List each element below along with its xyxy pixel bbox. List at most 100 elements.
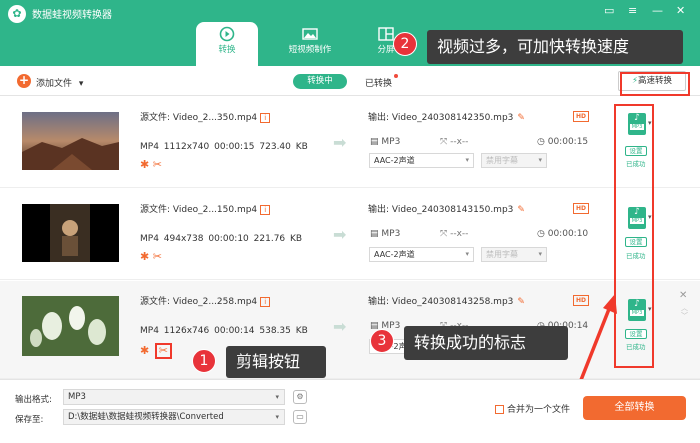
source-label: 源文件: Video_2...350.mp4: [140, 113, 258, 123]
convert-all-button[interactable]: 全部转换: [583, 396, 686, 420]
format-value: MP4: [140, 142, 159, 152]
video-thumbnail[interactable]: [22, 112, 119, 170]
duration-value: 00:00:14: [214, 326, 255, 336]
tab-converted[interactable]: 已转换: [365, 76, 392, 89]
clock-icon: ◷: [537, 137, 545, 147]
close-icon[interactable]: ✕: [676, 4, 685, 17]
output-duration-value: 00:00:10: [547, 229, 589, 239]
file-row: 源文件: Video_2...350.mp4 i MP4 1112x740 00:…: [0, 97, 700, 188]
magic-wand-icon[interactable]: ✱: [140, 344, 149, 357]
add-file-label: 添加文件: [36, 79, 73, 89]
audio-track-value: AAC-2声道: [374, 156, 415, 165]
chevron-down-icon: ▾: [275, 393, 279, 401]
subtitle-select[interactable]: 禁用字幕 ▾: [481, 247, 547, 262]
tab-short-video-label: 短视频制作: [288, 45, 332, 55]
output-filename: 输出: Video_240308143150.mp3 ✎: [368, 202, 525, 215]
source-filename: 源文件: Video_2...150.mp4 i: [140, 202, 271, 215]
folder-icon[interactable]: ▭: [293, 410, 307, 424]
magic-wand-icon[interactable]: ✱: [140, 250, 149, 263]
scissors-icon[interactable]: ✂: [153, 250, 162, 263]
add-file-icon[interactable]: +: [17, 74, 31, 88]
audio-track-value: AAC-2声道: [374, 250, 415, 259]
output-format-value: MP3: [381, 137, 401, 147]
pencil-icon[interactable]: ✎: [517, 205, 525, 215]
save-to-label: 保存至:: [15, 415, 44, 425]
chevron-down-icon[interactable]: ▾: [79, 79, 84, 89]
duration-value: 00:00:10: [208, 234, 249, 244]
edit-tools: ✱ ✂: [140, 250, 162, 263]
tab-converting[interactable]: 转换中: [293, 74, 347, 89]
size-value: 723.40 KB: [259, 142, 308, 152]
output-label: 输出: Video_240308142350.mp3: [368, 113, 514, 123]
merge-checkbox[interactable]: 合并为一个文件: [495, 402, 570, 415]
checkbox-icon[interactable]: [495, 405, 504, 414]
info-icon[interactable]: i: [260, 112, 271, 123]
format-settings-icon[interactable]: ⚙: [293, 390, 307, 404]
tab-short-video[interactable]: 短视频制作: [282, 22, 338, 66]
output-resolution: ⤧ --x--: [440, 137, 468, 147]
chevron-down-icon: ▾: [465, 250, 469, 258]
file-row: 源文件: Video_2...150.mp4 i MP4 494x738 00:0…: [0, 189, 700, 280]
resolution-value: 494x738: [163, 234, 204, 244]
scissors-icon[interactable]: ✂: [153, 158, 162, 171]
output-filename: 输出: Video_240308143258.mp3 ✎: [368, 294, 525, 307]
output-format-value: MP3: [381, 229, 401, 239]
video-thumbnail[interactable]: [22, 296, 119, 356]
resolution-value: 1126x746: [163, 326, 210, 336]
add-file-button[interactable]: 添加文件 ▾: [36, 76, 83, 89]
image-icon: [302, 28, 318, 40]
callout-success-mark: 转换成功的标志: [404, 326, 568, 360]
callout-badge-2: 2: [393, 32, 417, 56]
hd-icon[interactable]: HD: [573, 111, 589, 122]
crop-value: --x--: [450, 137, 469, 147]
pencil-icon[interactable]: ✎: [517, 113, 525, 123]
info-icon[interactable]: i: [260, 296, 271, 307]
arrow-right-icon: ➡: [333, 225, 347, 244]
merge-label: 合并为一个文件: [507, 405, 571, 415]
toolbar: + 添加文件 ▾ 转换中 已转换 ⚡高速转换: [0, 66, 700, 96]
crop-icon: ⤧: [440, 137, 448, 147]
save-path-select[interactable]: D:\数据蛙\数据蛙视频转换器\Converted ▾: [63, 409, 285, 425]
feedback-icon[interactable]: ▭: [604, 4, 614, 17]
output-duration: ◷ 00:00:15: [537, 137, 588, 147]
save-path-value: D:\数据蛙\数据蛙视频转换器\Converted: [68, 412, 224, 422]
subtitle-select[interactable]: 禁用字幕 ▾: [481, 153, 547, 168]
tab-convert[interactable]: 转换: [196, 22, 258, 66]
scissors-icon[interactable]: ✂: [154, 343, 172, 359]
output-format: ▤ MP3: [370, 137, 400, 147]
callout-fast-convert: 视频过多，可加快转换速度: [427, 30, 683, 64]
hd-icon[interactable]: HD: [573, 203, 589, 214]
audio-track-select[interactable]: AAC-2声道 ▾: [369, 247, 474, 262]
tab-convert-label: 转换: [218, 45, 236, 55]
output-format-select[interactable]: MP3 ▾: [63, 389, 285, 405]
minimize-icon[interactable]: —: [652, 4, 663, 17]
source-meta: MP4 1112x740 00:00:15 723.40 KB: [140, 142, 308, 152]
video-thumbnail[interactable]: [22, 204, 119, 262]
callout-arrow-icon: [579, 294, 617, 381]
edit-tools: ✱ ✂: [140, 343, 172, 359]
reorder-icon[interactable]: ︿ ﹀: [681, 304, 688, 320]
info-icon[interactable]: i: [260, 204, 271, 215]
pencil-icon[interactable]: ✎: [517, 297, 525, 307]
callout-badge-3: 3: [370, 329, 394, 353]
source-filename: 源文件: Video_2...350.mp4 i: [140, 110, 271, 123]
convert-icon: [219, 26, 235, 42]
app-logo-icon: ✿: [8, 5, 26, 23]
source-meta: MP4 1126x746 00:00:14 538.35 KB: [140, 326, 308, 336]
output-format: ▤ MP3: [370, 229, 400, 239]
subtitle-value: 禁用字幕: [486, 156, 518, 165]
remove-item-icon[interactable]: ✕: [679, 290, 687, 301]
magic-wand-icon[interactable]: ✱: [140, 158, 149, 171]
app-title: 数据蛙视频转换器: [32, 10, 112, 21]
edit-tools: ✱ ✂: [140, 158, 162, 171]
size-value: 538.35 KB: [259, 326, 308, 336]
audio-track-select[interactable]: AAC-2声道 ▾: [369, 153, 474, 168]
callout-badge-1: 1: [192, 349, 216, 373]
size-value: 221.76 KB: [253, 234, 303, 244]
chevron-down-icon: ▾: [465, 156, 469, 164]
output-filename: 输出: Video_240308142350.mp3 ✎: [368, 110, 525, 123]
menu-icon[interactable]: ≡: [628, 4, 637, 17]
split-screen-icon: [378, 27, 394, 41]
tab-split-screen-label: 分屏: [377, 45, 395, 55]
output-resolution: ⤧ --x--: [440, 229, 468, 239]
